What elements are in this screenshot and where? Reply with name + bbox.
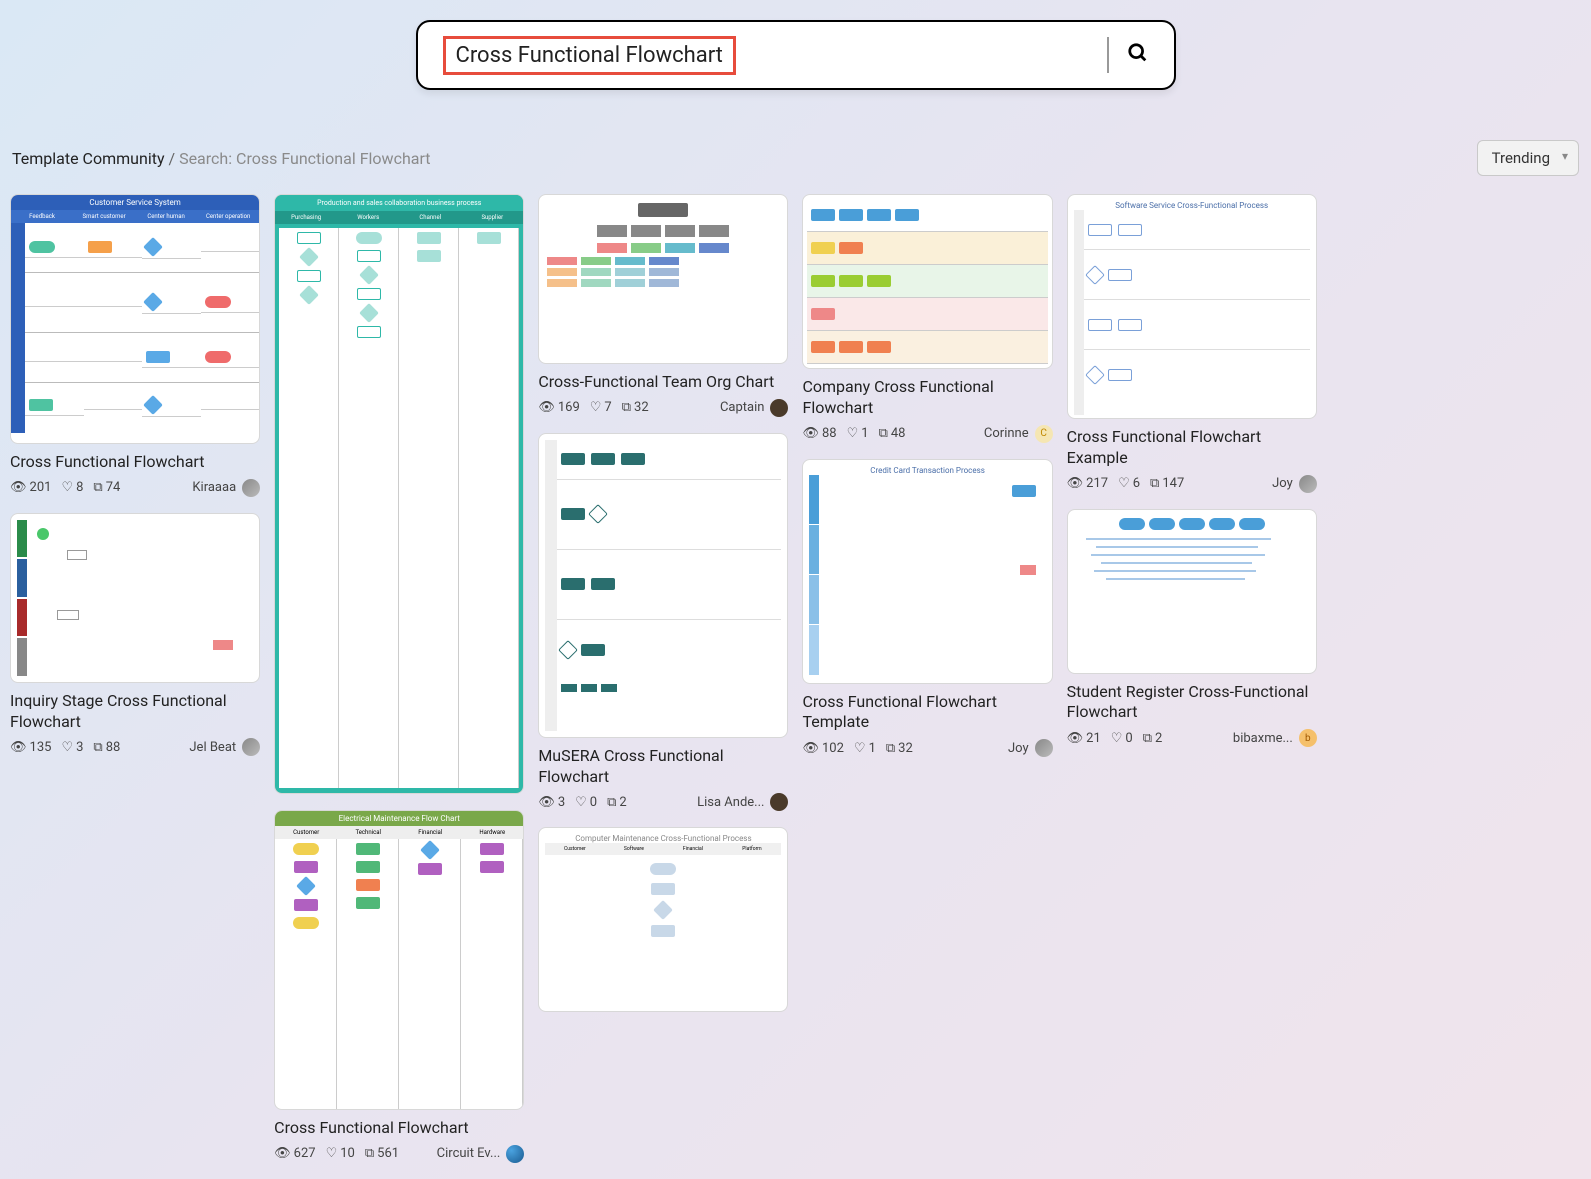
card-title: Company Cross Functional Flowchart	[802, 377, 1052, 419]
card-author[interactable]: Joy	[1272, 475, 1317, 493]
card-author[interactable]: Captain	[720, 399, 789, 417]
template-card[interactable]: Customer Service System FeedbackSmart cu…	[10, 194, 260, 497]
likes-icon: ♡	[575, 795, 587, 810]
likes-icon: ♡	[1111, 731, 1123, 746]
thumb-title: Customer Service System	[11, 195, 259, 210]
sort-dropdown[interactable]: Trending	[1477, 140, 1579, 176]
card-author[interactable]: Circuit Ev...	[437, 1145, 525, 1163]
sort-label: Trending	[1492, 149, 1550, 167]
card-author[interactable]: Joy	[1008, 739, 1053, 757]
card-stats: 👁102 ♡1 ⧉32	[802, 741, 912, 756]
template-card[interactable]: Electrical Maintenance Flow Chart Custom…	[274, 810, 524, 1163]
card-title: Cross Functional Flowchart	[274, 1118, 524, 1139]
avatar	[506, 1145, 524, 1163]
card-title: Inquiry Stage Cross Functional Flowchart	[10, 691, 260, 733]
views-icon: 👁	[538, 400, 555, 415]
card-author[interactable]: bibaxme...b	[1233, 729, 1317, 747]
copies-icon: ⧉	[93, 480, 102, 495]
thumb-title: Electrical Maintenance Flow Chart	[275, 811, 523, 826]
copies-icon: ⧉	[1143, 731, 1152, 746]
views-icon: 👁	[10, 480, 27, 495]
template-grid: Customer Service System FeedbackSmart cu…	[0, 194, 1591, 1179]
likes-icon: ♡	[590, 400, 602, 415]
card-author[interactable]: CorinneC	[984, 425, 1053, 443]
views-icon: 👁	[1067, 476, 1084, 491]
avatar	[1035, 739, 1053, 757]
thumb-title: Computer Maintenance Cross-Functional Pr…	[545, 834, 781, 843]
copies-icon: ⧉	[607, 795, 616, 810]
card-title: Cross Functional Flowchart Template	[802, 692, 1052, 734]
search-input[interactable]: Cross Functional Flowchart	[456, 43, 723, 68]
card-title: MuSERA Cross Functional Flowchart	[538, 746, 788, 788]
breadcrumb: Template Community / Search: Cross Funct…	[12, 149, 431, 168]
likes-icon: ♡	[854, 741, 866, 756]
likes-icon: ♡	[61, 480, 73, 495]
search-input-highlight: Cross Functional Flowchart	[443, 36, 736, 75]
template-card[interactable]: Production and sales collaboration busin…	[274, 194, 524, 794]
card-stats: 👁135 ♡3 ⧉88	[10, 740, 120, 755]
template-card[interactable]: Software Service Cross-Functional Proces…	[1067, 194, 1317, 493]
views-icon: 👁	[538, 795, 555, 810]
likes-icon: ♡	[61, 740, 73, 755]
views-icon: 👁	[802, 426, 819, 441]
search-bar[interactable]: Cross Functional Flowchart	[416, 20, 1176, 90]
card-author[interactable]: Jel Beat	[189, 738, 260, 756]
thumb-title: Software Service Cross-Functional Proces…	[1074, 201, 1310, 210]
likes-icon: ♡	[1118, 476, 1130, 491]
likes-icon: ♡	[847, 426, 859, 441]
card-stats: 👁169 ♡7 ⧉32	[538, 400, 648, 415]
card-author[interactable]: Lisa Ande...	[697, 793, 788, 811]
card-title: Cross Functional Flowchart	[10, 452, 260, 473]
card-stats: 👁88 ♡1 ⧉48	[802, 426, 905, 441]
breadcrumb-root[interactable]: Template Community	[12, 149, 165, 168]
copies-icon: ⧉	[622, 400, 631, 415]
avatar	[242, 479, 260, 497]
copies-icon: ⧉	[1150, 476, 1159, 491]
views-icon: 👁	[802, 741, 819, 756]
avatar: b	[1299, 729, 1317, 747]
likes-icon: ♡	[326, 1146, 338, 1161]
template-card[interactable]: Company Cross Functional Flowchart 👁88 ♡…	[802, 194, 1052, 443]
card-title: Cross-Functional Team Org Chart	[538, 372, 788, 393]
avatar	[770, 793, 788, 811]
template-card[interactable]: Cross-Functional Team Org Chart 👁169 ♡7 …	[538, 194, 788, 417]
copies-icon: ⧉	[879, 426, 888, 441]
copies-icon: ⧉	[365, 1146, 374, 1161]
views-icon: 👁	[1067, 731, 1084, 746]
search-icon[interactable]	[1127, 42, 1149, 69]
avatar: C	[1035, 425, 1053, 443]
card-stats: 👁201 ♡8 ⧉74	[10, 480, 120, 495]
copies-icon: ⧉	[93, 740, 102, 755]
card-stats: 👁217 ♡6 ⧉147	[1067, 476, 1185, 491]
template-card[interactable]: Student Register Cross-Functional Flowch…	[1067, 509, 1317, 748]
card-stats: 👁627 ♡10 ⧉561	[274, 1146, 399, 1161]
card-title: Student Register Cross-Functional Flowch…	[1067, 682, 1317, 724]
thumb-title: Credit Card Transaction Process	[809, 466, 1045, 475]
card-stats: 👁21 ♡0 ⧉2	[1067, 731, 1163, 746]
copies-icon: ⧉	[886, 741, 895, 756]
avatar	[242, 738, 260, 756]
views-icon: 👁	[274, 1146, 291, 1161]
avatar	[770, 399, 788, 417]
avatar	[1299, 475, 1317, 493]
template-card[interactable]: Credit Card Transaction Process Cross Fu…	[802, 459, 1052, 758]
template-card[interactable]: MuSERA Cross Functional Flowchart 👁3 ♡0 …	[538, 433, 788, 812]
search-divider	[1107, 37, 1109, 73]
views-icon: 👁	[10, 740, 27, 755]
template-card[interactable]: Computer Maintenance Cross-Functional Pr…	[538, 827, 788, 1012]
card-stats: 👁3 ♡0 ⧉2	[538, 795, 626, 810]
template-card[interactable]: Inquiry Stage Cross Functional Flowchart…	[10, 513, 260, 757]
card-author[interactable]: Kiraaaa	[192, 479, 260, 497]
card-title: Cross Functional Flowchart Example	[1067, 427, 1317, 469]
breadcrumb-current: Search: Cross Functional Flowchart	[179, 149, 430, 168]
